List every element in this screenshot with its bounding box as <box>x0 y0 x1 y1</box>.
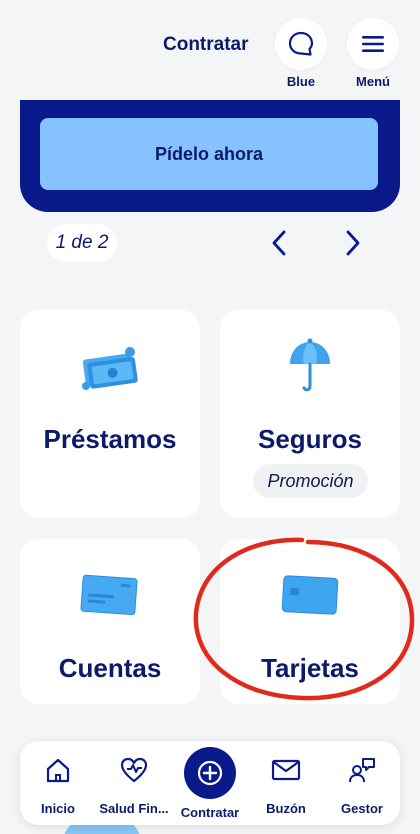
promo-banner: Pídelo ahora <box>20 100 400 212</box>
nav-item-salud-financiera[interactable]: Salud Fin... <box>96 741 172 825</box>
page-title: Contratar <box>163 34 249 55</box>
credit-card-icon <box>280 571 340 624</box>
mail-icon <box>248 741 324 789</box>
card-tarjetas[interactable]: Tarjetas <box>220 539 400 704</box>
card-seguros-title: Seguros <box>257 424 363 454</box>
home-icon <box>20 741 96 789</box>
nav-label-contratar: Contratar <box>180 805 240 820</box>
nav-item-gestor[interactable]: Gestor <box>324 741 400 825</box>
top-header: Contratar Blue Menú <box>0 0 420 100</box>
card-prestamos-title: Préstamos <box>43 424 177 454</box>
menu-button[interactable]: Menú <box>346 18 400 89</box>
promocion-badge: Promoción <box>253 464 368 498</box>
nav-label-inicio: Inicio <box>41 801 75 816</box>
heart-pulse-icon <box>96 741 172 789</box>
card-cuentas[interactable]: Cuentas <box>20 539 200 704</box>
blue-assistant-button[interactable]: Blue <box>274 18 328 89</box>
account-card-icon <box>80 571 140 624</box>
gestor-chat-icon <box>324 741 400 789</box>
blue-label: Blue <box>286 74 316 89</box>
pager-next-button[interactable] <box>336 226 370 260</box>
chevron-right-icon <box>346 230 360 256</box>
pager-prev-button[interactable] <box>262 226 296 260</box>
pager-indicator: 1 de 2 <box>47 224 117 262</box>
bottom-nav: Inicio Salud Fin... Contratar Buzón Gest… <box>20 741 400 825</box>
nav-item-contratar[interactable]: Contratar <box>172 741 248 825</box>
nav-item-inicio[interactable]: Inicio <box>20 741 96 825</box>
umbrella-icon <box>286 336 334 401</box>
hamburger-icon <box>347 18 399 70</box>
plus-circle-icon <box>184 747 236 799</box>
nav-label-buzon: Buzón <box>266 801 306 816</box>
money-bills-icon <box>80 344 142 399</box>
menu-label: Menú <box>356 74 390 89</box>
nav-label-salud: Salud Fin... <box>99 801 169 816</box>
card-tarjetas-title: Tarjetas <box>261 653 359 683</box>
chevron-left-icon <box>272 230 286 256</box>
nav-item-buzon[interactable]: Buzón <box>248 741 324 825</box>
card-cuentas-title: Cuentas <box>58 653 162 683</box>
card-prestamos[interactable]: Préstamos <box>20 310 200 518</box>
pidelo-ahora-button[interactable]: Pídelo ahora <box>40 118 378 190</box>
card-seguros[interactable]: Seguros Promoción <box>220 310 400 518</box>
nav-label-gestor: Gestor <box>341 801 383 816</box>
chat-bubble-icon <box>275 18 327 70</box>
